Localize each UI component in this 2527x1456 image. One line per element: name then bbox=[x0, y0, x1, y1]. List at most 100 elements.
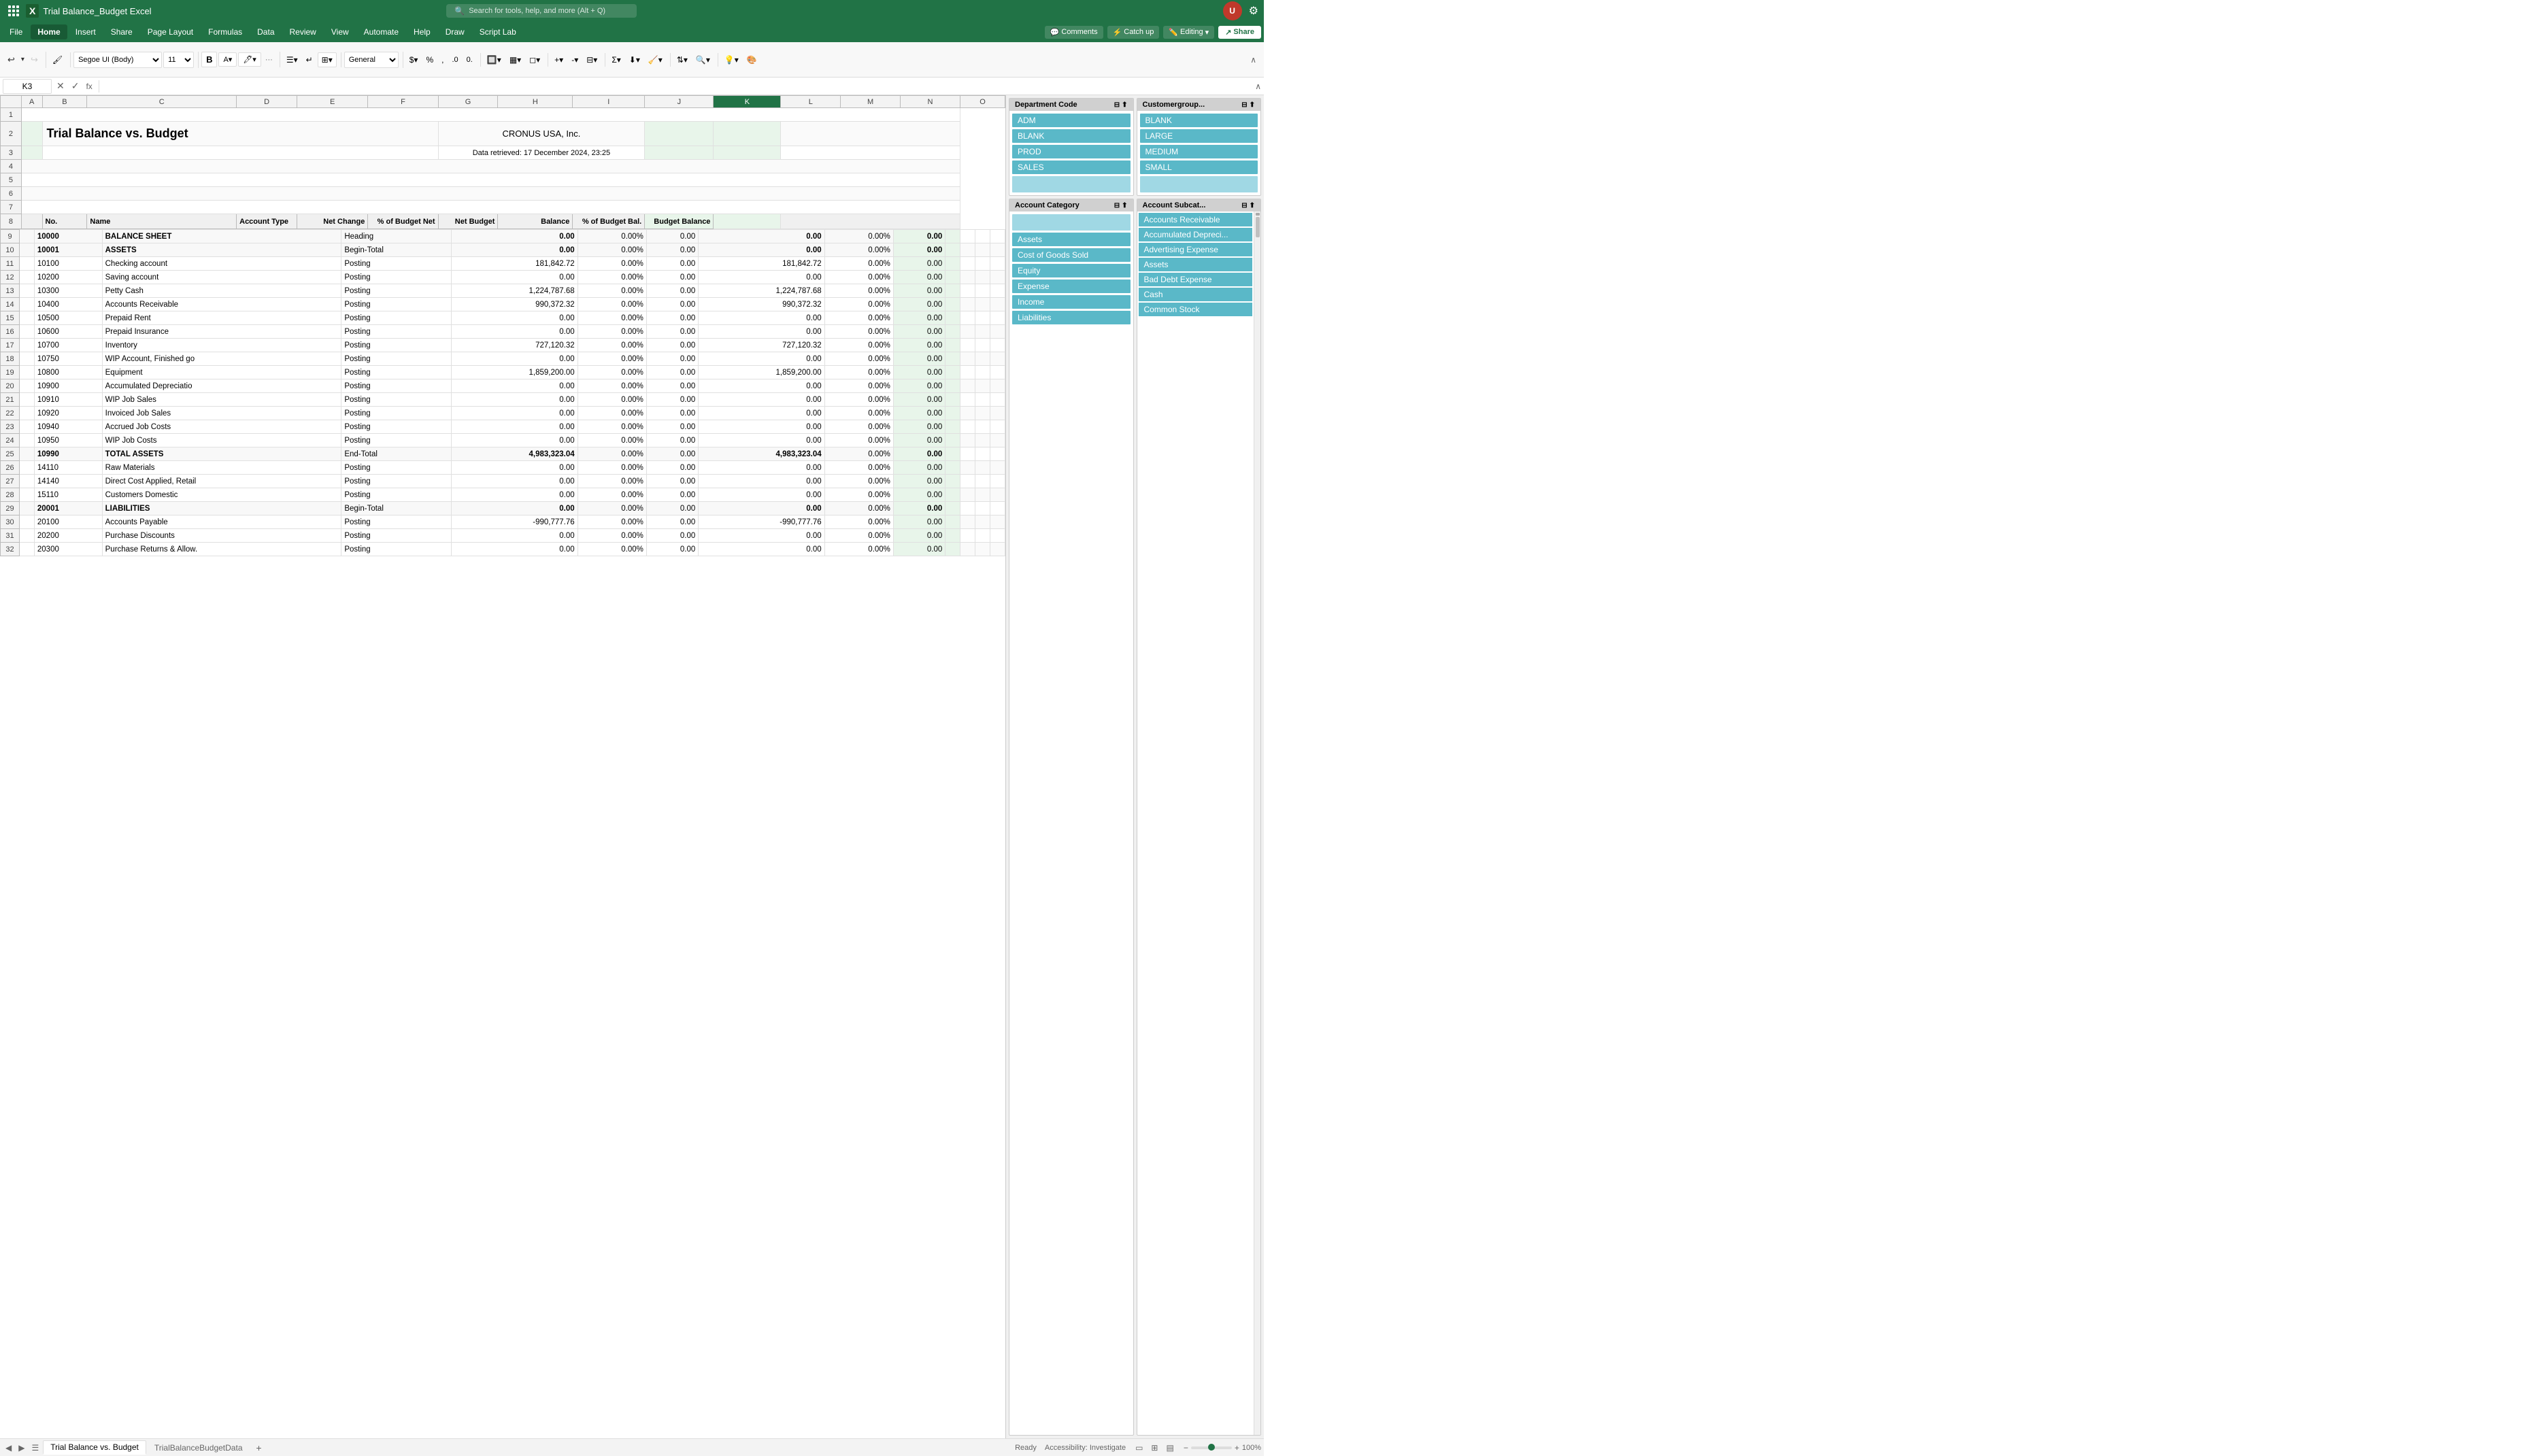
confirm-formula-button[interactable]: ✓ bbox=[69, 80, 82, 92]
col-header-J[interactable]: J bbox=[645, 96, 714, 108]
font-color-button[interactable]: A▾ bbox=[218, 52, 237, 67]
accat-chip-equity[interactable]: Equity bbox=[1012, 264, 1131, 277]
color-scales-button[interactable]: 🎨 bbox=[743, 53, 760, 67]
dept-chip-prod[interactable]: PROD bbox=[1012, 145, 1131, 158]
sort-filter-button[interactable]: ⇅▾ bbox=[673, 53, 691, 67]
delete-cells-button[interactable]: -▾ bbox=[568, 53, 582, 67]
dept-sort-icon[interactable]: ⬆ bbox=[1122, 101, 1127, 109]
dept-chip-adm[interactable]: ADM bbox=[1012, 114, 1131, 127]
wrap-button[interactable]: ↵ bbox=[303, 53, 316, 67]
menu-formulas[interactable]: Formulas bbox=[201, 24, 249, 39]
app-grid-icon[interactable] bbox=[5, 3, 22, 19]
percent-button[interactable]: % bbox=[422, 53, 437, 67]
autosum-button[interactable]: Σ▾ bbox=[608, 53, 624, 67]
currency-button[interactable]: $▾ bbox=[406, 53, 422, 67]
acsubcat-chip-common[interactable]: Common Stock bbox=[1139, 303, 1253, 316]
nav-prev-sheet[interactable]: ◀ bbox=[3, 1442, 14, 1454]
zoom-out-button[interactable]: − bbox=[1184, 1443, 1188, 1453]
more-button[interactable]: ··· bbox=[263, 54, 275, 66]
col-header-C[interactable]: C bbox=[87, 96, 237, 108]
tab-trial-balance[interactable]: Trial Balance vs. Budget bbox=[43, 1440, 146, 1455]
formula-input[interactable] bbox=[103, 79, 1252, 94]
dept-chip-sales[interactable]: SALES bbox=[1012, 160, 1131, 174]
menu-data[interactable]: Data bbox=[250, 24, 281, 39]
redo-button[interactable]: ↪ bbox=[27, 52, 41, 68]
ribbon-expand-button[interactable]: ∧ bbox=[1247, 53, 1260, 67]
menu-home[interactable]: Home bbox=[31, 24, 67, 39]
corner-cell[interactable] bbox=[1, 96, 22, 108]
menu-page-layout[interactable]: Page Layout bbox=[141, 24, 200, 39]
cust-chip-medium[interactable]: MEDIUM bbox=[1140, 145, 1258, 158]
menu-help[interactable]: Help bbox=[407, 24, 437, 39]
col-header-E[interactable]: E bbox=[297, 96, 368, 108]
add-sheet-button[interactable]: + bbox=[252, 1441, 266, 1455]
accat-chip-empty[interactable] bbox=[1012, 214, 1131, 231]
cust-sort-icon[interactable]: ⬆ bbox=[1250, 101, 1255, 109]
menu-review[interactable]: Review bbox=[283, 24, 323, 39]
cust-filter-icon[interactable]: ⊟ bbox=[1241, 101, 1247, 109]
dept-filter-icon[interactable]: ⊟ bbox=[1114, 101, 1120, 109]
cell-styles-button[interactable]: ◻▾ bbox=[526, 53, 543, 67]
col-header-H[interactable]: H bbox=[498, 96, 573, 108]
merge-button[interactable]: ⊞▾ bbox=[318, 52, 337, 67]
search-bar[interactable]: 🔍 Search for tools, help, and more (Alt … bbox=[446, 4, 637, 18]
accat-filter-icon[interactable]: ⊟ bbox=[1114, 202, 1120, 209]
acsubcat-chip-cash[interactable]: Cash bbox=[1139, 288, 1253, 301]
editing-button[interactable]: ✏️ Editing ▾ bbox=[1163, 26, 1214, 39]
undo-button[interactable]: ↩ bbox=[4, 52, 18, 68]
accat-chip-income[interactable]: Income bbox=[1012, 295, 1131, 309]
formula-expand-button[interactable]: ∧ bbox=[1255, 82, 1261, 91]
page-break-view-button[interactable]: ▤ bbox=[1163, 1442, 1176, 1454]
insert-function-button[interactable]: fx bbox=[84, 82, 94, 91]
find-button[interactable]: 🔍▾ bbox=[692, 53, 714, 67]
accat-chip-liabilities[interactable]: Liabilities bbox=[1012, 311, 1131, 324]
format-painter[interactable]: 🖌 bbox=[49, 52, 66, 67]
share-button[interactable]: ↗ Share bbox=[1218, 26, 1261, 39]
menu-script-lab[interactable]: Script Lab bbox=[473, 24, 523, 39]
col-header-K[interactable]: K bbox=[714, 96, 781, 108]
menu-file[interactable]: File bbox=[3, 24, 29, 39]
zoom-slider[interactable] bbox=[1191, 1446, 1232, 1449]
zoom-in-button[interactable]: + bbox=[1235, 1443, 1239, 1453]
decrease-dec-button[interactable]: 0. bbox=[463, 54, 476, 66]
nav-next-sheet[interactable]: ▶ bbox=[16, 1442, 27, 1454]
menu-automate[interactable]: Automate bbox=[357, 24, 405, 39]
menu-view[interactable]: View bbox=[324, 24, 356, 39]
accat-chip-cogs[interactable]: Cost of Goods Sold bbox=[1012, 248, 1131, 262]
accat-chip-assets[interactable]: Assets bbox=[1012, 233, 1131, 246]
menu-draw[interactable]: Draw bbox=[439, 24, 471, 39]
normal-view-button[interactable]: ▭ bbox=[1133, 1442, 1145, 1454]
col-header-L[interactable]: L bbox=[781, 96, 841, 108]
acsubcat-sort-icon[interactable]: ⬆ bbox=[1250, 202, 1255, 209]
acsubcat-chip-assets[interactable]: Assets bbox=[1139, 258, 1253, 271]
dept-chip-blank[interactable]: BLANK bbox=[1012, 129, 1131, 143]
font-size-select[interactable]: 11 bbox=[163, 52, 194, 68]
acsubcat-chip-advexp[interactable]: Advertising Expense bbox=[1139, 243, 1253, 256]
acsubcat-chip-accdep[interactable]: Accumulated Depreci... bbox=[1139, 228, 1253, 241]
acsubcat-scrollbar[interactable] bbox=[1254, 211, 1260, 1435]
col-header-B[interactable]: B bbox=[42, 96, 87, 108]
acsubcat-filter-icon[interactable]: ⊟ bbox=[1241, 202, 1247, 209]
user-avatar[interactable]: U bbox=[1223, 1, 1242, 20]
menu-share[interactable]: Share bbox=[104, 24, 139, 39]
insert-cells-button[interactable]: +▾ bbox=[551, 53, 567, 67]
col-header-O[interactable]: O bbox=[960, 96, 1005, 108]
col-header-A[interactable]: A bbox=[21, 96, 42, 108]
comments-button[interactable]: 💬 Comments bbox=[1045, 26, 1103, 39]
accat-sort-icon[interactable]: ⬆ bbox=[1122, 202, 1127, 209]
col-header-G[interactable]: G bbox=[438, 96, 498, 108]
fill-button[interactable]: ⬇▾ bbox=[626, 53, 643, 67]
number-format-select[interactable]: General bbox=[344, 52, 399, 68]
accat-chip-expense[interactable]: Expense bbox=[1012, 280, 1131, 293]
cust-chip-empty1[interactable] bbox=[1140, 176, 1258, 192]
increase-dec-button[interactable]: .0 bbox=[448, 54, 461, 66]
col-header-F[interactable]: F bbox=[368, 96, 438, 108]
ideas-button[interactable]: 💡▾ bbox=[721, 53, 742, 67]
page-layout-view-button[interactable]: ⊞ bbox=[1148, 1442, 1160, 1454]
highlight-button[interactable]: 🖊▾ bbox=[238, 52, 261, 67]
format-cells-button[interactable]: ⊟▾ bbox=[583, 53, 601, 67]
tab-menu-icon[interactable]: ☰ bbox=[29, 1442, 41, 1454]
bold-button[interactable]: B bbox=[201, 52, 217, 67]
col-header-I[interactable]: I bbox=[573, 96, 645, 108]
cell-reference-input[interactable] bbox=[3, 79, 52, 94]
